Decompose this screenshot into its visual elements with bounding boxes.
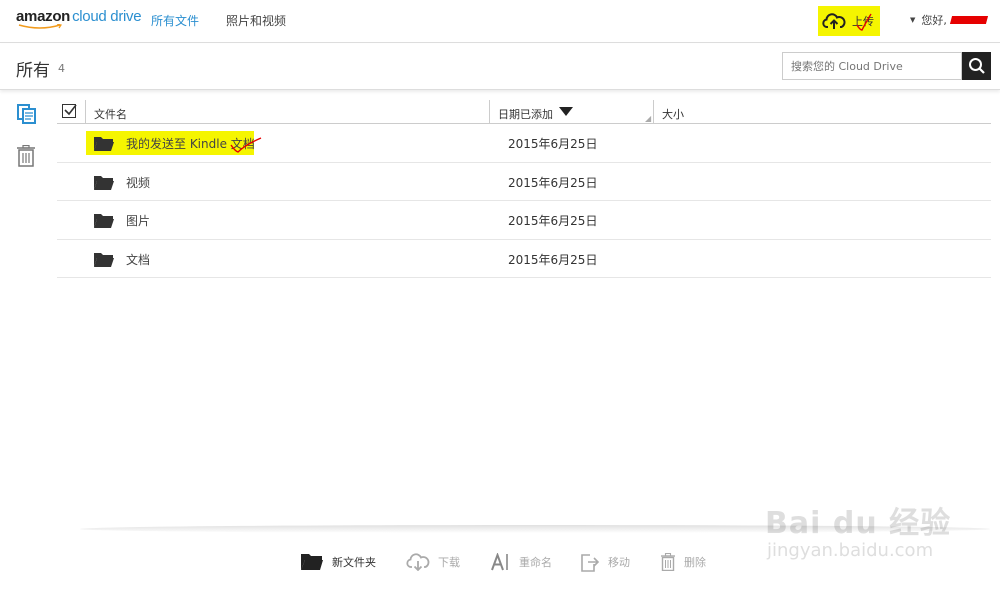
folder-icon [94, 214, 114, 228]
logo-cloud-drive-text: cloud drive [72, 8, 142, 25]
file-name[interactable]: 图片 [126, 212, 150, 229]
date-added: 2015年6月25日 [508, 214, 598, 228]
title-bar: 所有 4 [0, 44, 1000, 90]
nav-photos-videos[interactable]: 照片和视频 [226, 12, 286, 29]
nav-all-files[interactable]: 所有文件 [151, 12, 199, 29]
table-row[interactable]: 视频 2015年6月25日 [57, 163, 991, 201]
trash-icon [661, 553, 675, 571]
select-all-checkbox[interactable] [62, 104, 77, 118]
table-header: 文件名 日期已添加 ◢ 大小 [57, 100, 991, 124]
action-toolbar: 新文件夹 下载 重命名 移动 删除 [0, 548, 1000, 578]
logo-amazon-text: amazon [16, 8, 71, 25]
cloud-download-icon [406, 553, 430, 571]
file-name[interactable]: 文档 [126, 251, 150, 268]
table-row[interactable]: 我的发送至 Kindle 文档 2015年6月25日 [57, 124, 991, 163]
column-divider [653, 100, 654, 124]
redacted-username [949, 16, 988, 24]
date-added: 2015年6月25日 [508, 252, 598, 267]
download-button[interactable]: 下载 [406, 548, 460, 576]
column-divider [85, 100, 86, 124]
greeting-text: 您好, [921, 14, 947, 27]
item-count: 4 [58, 62, 65, 75]
caret-down-icon: ▼ [910, 16, 916, 24]
user-greeting[interactable]: ▼ 您好, [910, 12, 988, 28]
date-added: 2015年6月25日 [508, 137, 598, 151]
watermark-main-text: Bai du 经验 [765, 506, 952, 541]
folder-icon [94, 175, 114, 190]
search-button[interactable] [962, 52, 991, 80]
all-files-icon[interactable] [16, 103, 38, 125]
folder-icon [94, 137, 114, 151]
file-table: 文件名 日期已添加 ◢ 大小 我的发送至 Kindle 文档 2015年6月25… [57, 100, 991, 278]
move-icon [581, 554, 600, 572]
new-folder-button[interactable]: 新文件夹 [300, 548, 376, 576]
cloud-upload-icon [822, 13, 846, 29]
page-title: 所有 [16, 61, 50, 81]
toolbar-divider-shadow [80, 525, 990, 533]
delete-button[interactable]: 删除 [660, 548, 706, 576]
rename-icon [491, 553, 508, 571]
rename-button[interactable]: 重命名 [491, 548, 552, 576]
column-header-size[interactable]: 大小 [662, 106, 684, 122]
column-header-date-added[interactable]: 日期已添加 [498, 106, 553, 122]
checkmark-icon [64, 105, 77, 116]
amazon-cloud-drive-logo[interactable]: amazon cloud drive [16, 8, 142, 34]
download-label: 下载 [438, 556, 460, 569]
annotation-checkmark [856, 13, 872, 31]
trash-icon[interactable] [16, 145, 36, 167]
delete-label: 删除 [684, 556, 706, 569]
date-added: 2015年6月25日 [508, 175, 598, 190]
column-header-filename[interactable]: 文件名 [94, 106, 127, 122]
rename-label: 重命名 [519, 556, 552, 569]
top-nav: amazon cloud drive 所有文件 照片和视频 上传 ▼ 您好, [0, 0, 1000, 43]
sort-descending-icon[interactable] [559, 107, 573, 116]
new-folder-label: 新文件夹 [332, 556, 376, 569]
amazon-smile-icon [18, 24, 62, 29]
file-name[interactable]: 视频 [126, 174, 150, 191]
search-icon [968, 58, 985, 74]
column-divider [489, 100, 490, 124]
table-row[interactable]: 文档 2015年6月25日 [57, 240, 991, 278]
move-button[interactable]: 移动 [580, 548, 630, 576]
annotation-checkmark [230, 137, 262, 153]
move-label: 移动 [608, 556, 630, 569]
folder-icon [94, 252, 114, 267]
search-input[interactable] [782, 52, 962, 80]
upload-button[interactable]: 上传 [818, 6, 880, 36]
table-row[interactable]: 图片 2015年6月25日 [57, 201, 991, 240]
column-resize-handle[interactable]: ◢ [645, 114, 651, 123]
new-folder-icon [301, 554, 323, 570]
